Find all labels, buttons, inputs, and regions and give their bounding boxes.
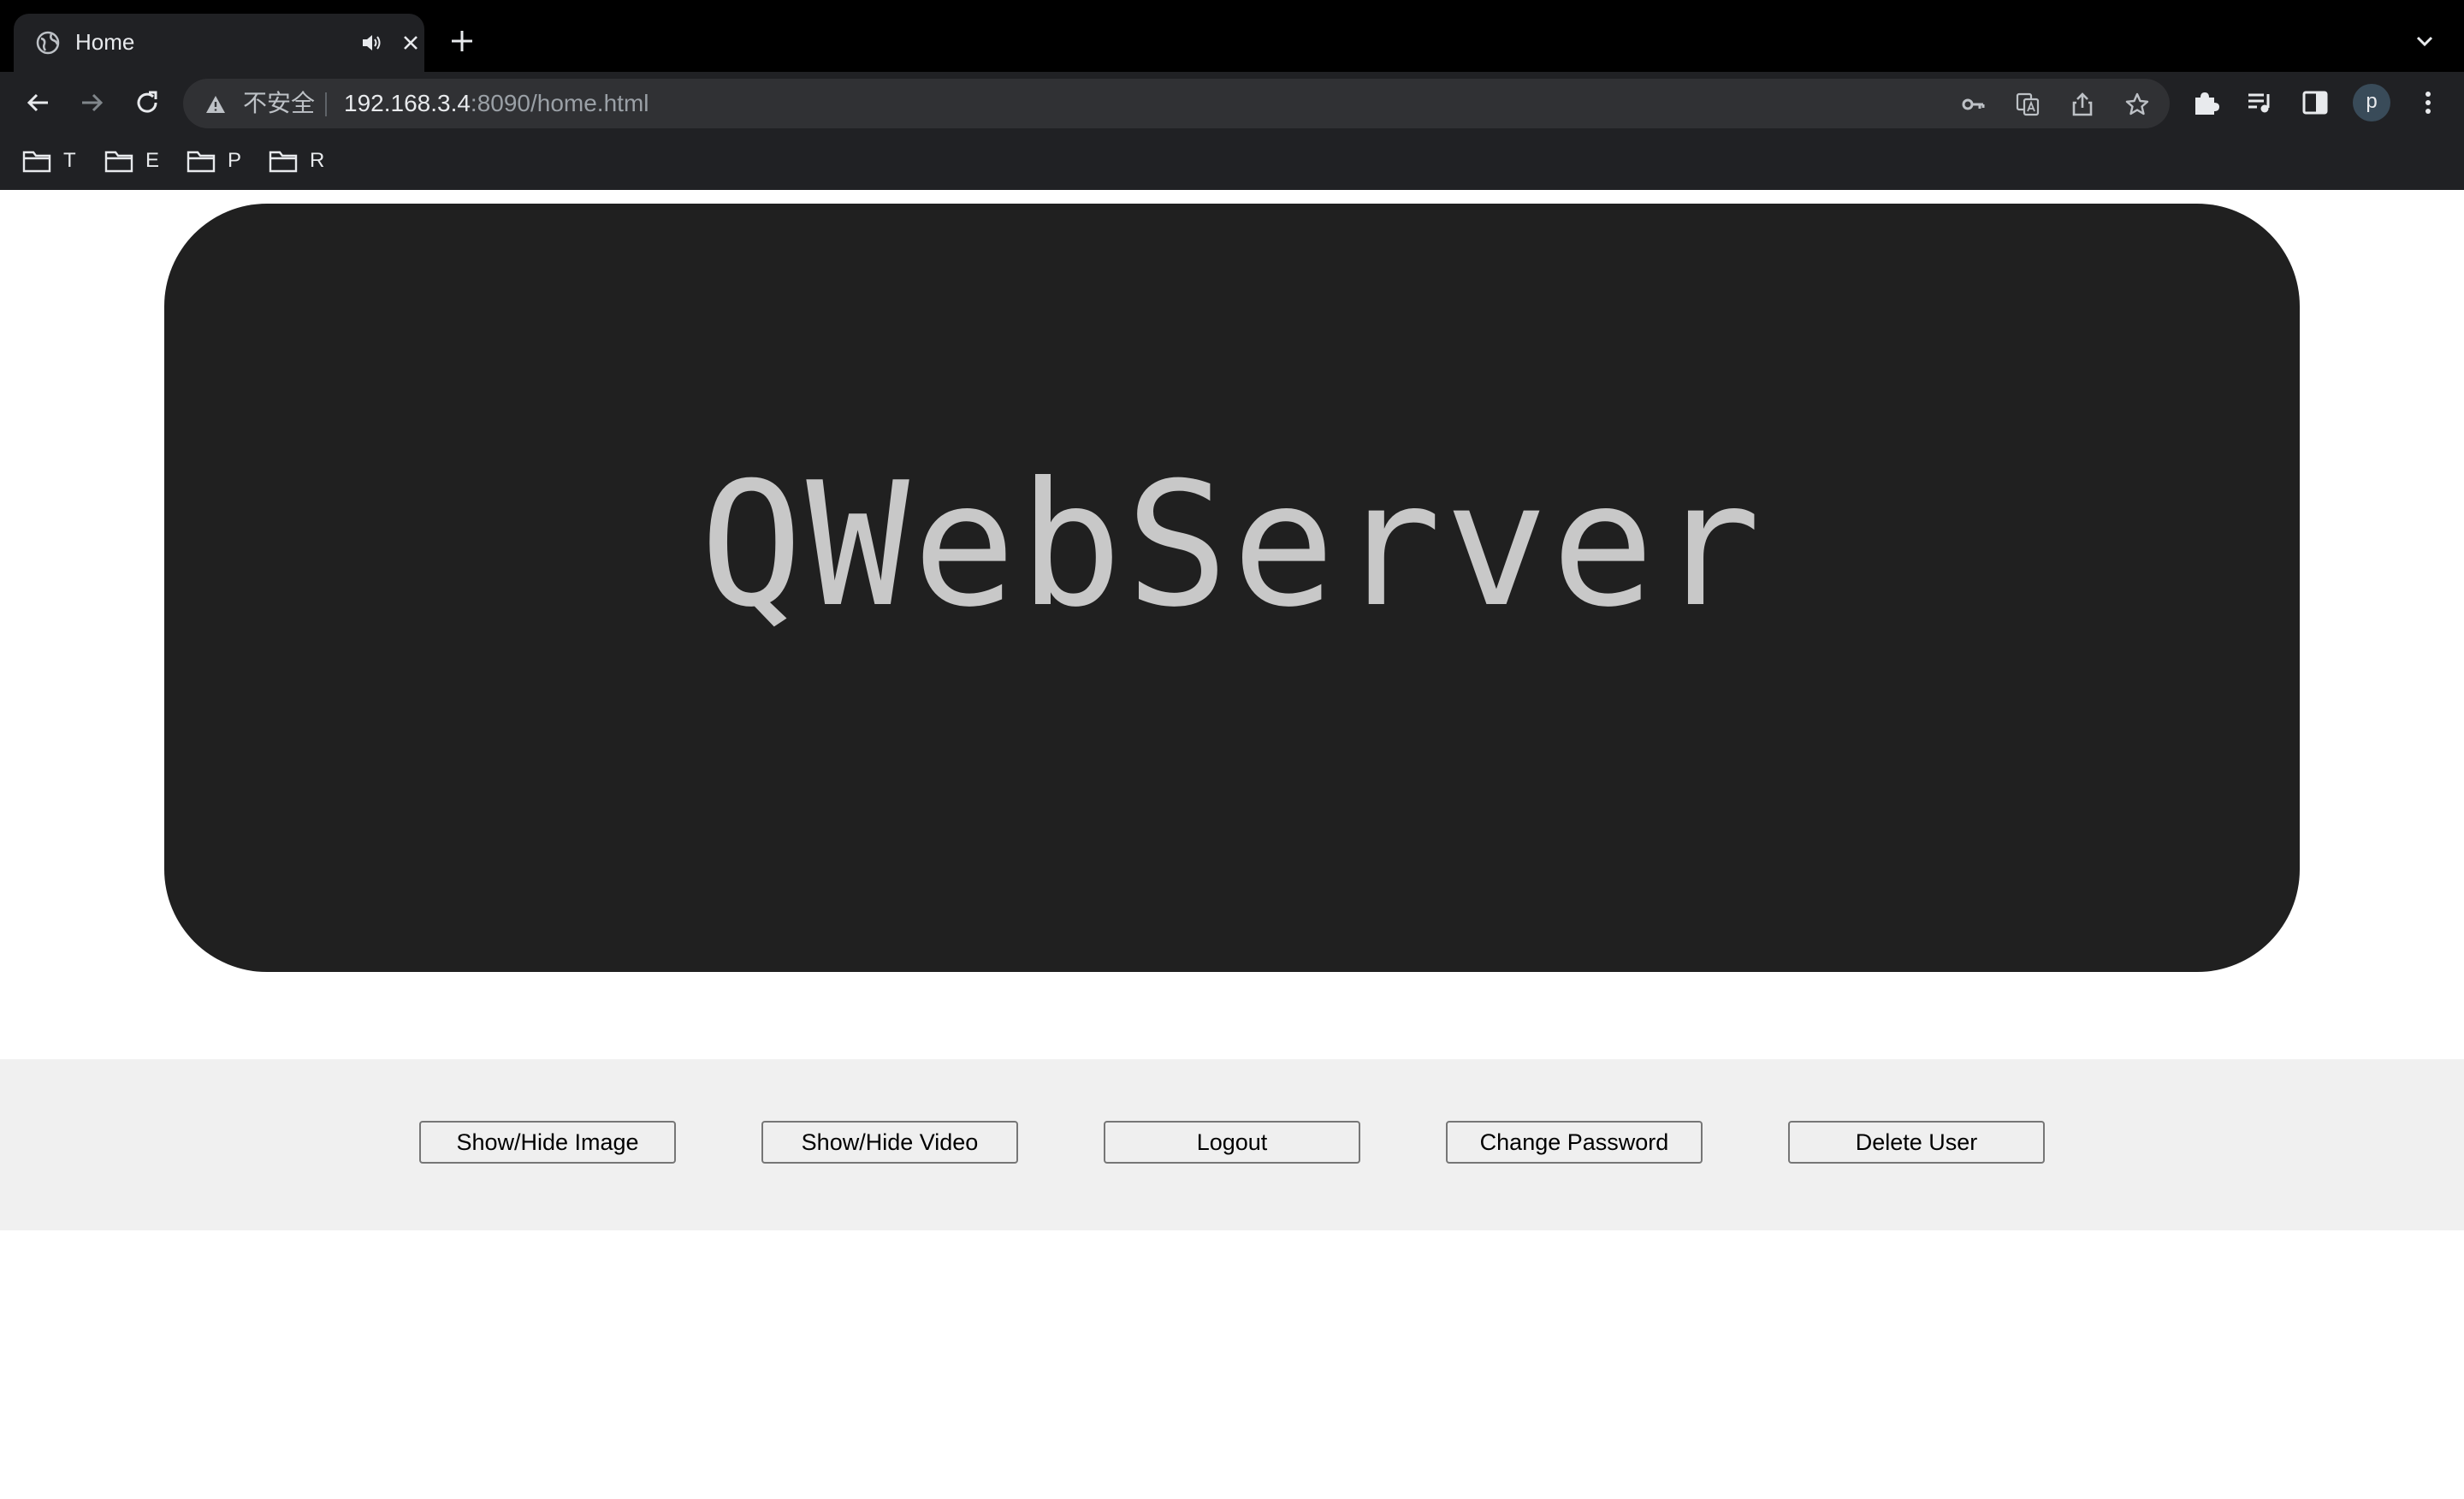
folder-icon [187, 151, 216, 173]
tab-title: Home [75, 29, 135, 55]
address-separator [325, 92, 327, 116]
close-icon[interactable] [397, 29, 424, 56]
delete-user-button[interactable]: Delete User [1788, 1121, 2045, 1164]
extensions-icon[interactable] [2190, 87, 2221, 118]
bookmarks-bar: T E P R [0, 133, 2464, 190]
folder-icon [22, 151, 51, 173]
key-icon[interactable] [1959, 91, 1987, 118]
show-hide-video-button[interactable]: Show/Hide Video [761, 1121, 1018, 1164]
hero-banner: QWebServer [164, 204, 2300, 972]
browser-tab[interactable]: Home [14, 14, 424, 72]
tab-strip: Home [0, 0, 2464, 72]
bookmark-folder-r[interactable]: R [269, 145, 324, 176]
bookmark-folder-t[interactable]: T [22, 145, 76, 176]
menu-icon[interactable] [2413, 87, 2443, 118]
security-label[interactable]: 不安全 [243, 89, 315, 118]
bookmark-label: P [228, 149, 242, 172]
globe-icon [36, 31, 60, 55]
back-icon[interactable] [21, 86, 55, 120]
show-hide-image-button[interactable]: Show/Hide Image [419, 1121, 676, 1164]
url-path: :8090/home.html [470, 90, 649, 116]
speaker-icon[interactable] [359, 31, 383, 55]
browser-toolbar: 不安全 192.168.3.4:8090/home.html p [0, 72, 2464, 133]
bookmark-folder-e[interactable]: E [104, 145, 159, 176]
action-button-bar: Show/Hide Image Show/Hide Video Logout C… [0, 1059, 2464, 1230]
url-host: 192.168.3.4 [344, 90, 471, 116]
bookmark-label: E [145, 149, 160, 172]
bookmark-label: R [310, 149, 325, 172]
logout-button[interactable]: Logout [1104, 1121, 1360, 1164]
url-text[interactable]: 192.168.3.4:8090/home.html [344, 88, 649, 119]
star-icon[interactable] [2123, 91, 2151, 118]
translate-icon[interactable] [2014, 91, 2041, 118]
bookmark-label: T [63, 149, 76, 172]
profile-avatar[interactable]: p [2353, 84, 2390, 121]
reload-icon[interactable] [130, 86, 164, 120]
chevron-down-icon[interactable] [2411, 27, 2438, 55]
media-icon[interactable] [2245, 87, 2276, 118]
warning-icon[interactable] [204, 92, 228, 116]
hero-title: QWebServer [699, 446, 1765, 645]
folder-icon [269, 151, 298, 173]
bookmark-folder-p[interactable]: P [187, 145, 241, 176]
side-panel-icon[interactable] [2300, 87, 2331, 118]
change-password-button[interactable]: Change Password [1446, 1121, 1703, 1164]
address-bar[interactable]: 不安全 192.168.3.4:8090/home.html [183, 79, 2170, 128]
plus-icon[interactable] [445, 24, 479, 58]
forward-icon[interactable] [75, 86, 110, 120]
share-icon[interactable] [2069, 91, 2096, 118]
folder-icon [104, 151, 133, 173]
page-content: QWebServer Show/Hide Image Show/Hide Vid… [0, 190, 2464, 1499]
